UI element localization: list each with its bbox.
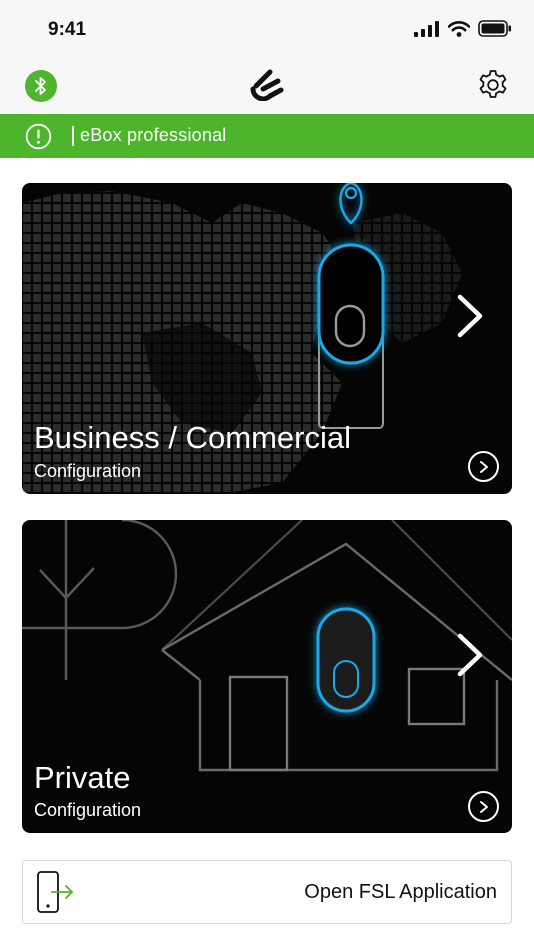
chevron-right-icon — [457, 294, 483, 338]
chevron-right-circle-icon — [479, 460, 488, 473]
card-subtitle: Configuration — [34, 800, 142, 820]
fsl-label: Open FSL Application — [304, 881, 497, 903]
status-time: 9:41 — [48, 19, 87, 40]
business-open-button[interactable] — [468, 451, 499, 482]
cellular-signal-icon — [414, 20, 439, 37]
battery-icon — [478, 20, 511, 37]
card-subtitle: Configuration — [34, 461, 142, 481]
banner-separator — [72, 126, 74, 146]
business-commercial-card[interactable]: Business / Commercial Configuration — [22, 183, 512, 494]
bluetooth-button[interactable] — [25, 70, 57, 102]
chevron-right-circle-icon — [479, 800, 488, 813]
settings-button[interactable] — [476, 68, 510, 102]
device-name: eBox professional — [80, 125, 227, 145]
open-fsl-application-button[interactable]: Open FSL Application — [22, 860, 512, 924]
card-title: Private — [34, 760, 131, 795]
private-open-button[interactable] — [468, 791, 499, 822]
chevron-right-icon — [457, 633, 483, 677]
status-icons — [414, 20, 512, 37]
gear-icon — [479, 70, 507, 98]
alert-circle-icon — [25, 123, 52, 150]
bluetooth-icon — [35, 77, 46, 95]
card-title: Business / Commercial — [34, 420, 351, 455]
status-bar: 9:41 — [0, 0, 534, 58]
wifi-icon — [448, 20, 470, 37]
private-card[interactable]: Private Configuration — [22, 520, 512, 833]
ebox-logo-icon — [250, 69, 284, 102]
ebox-logo — [248, 69, 284, 106]
app-header — [0, 58, 534, 114]
phone-open-app-icon — [37, 871, 73, 913]
device-banner[interactable]: eBox professional — [0, 114, 534, 158]
